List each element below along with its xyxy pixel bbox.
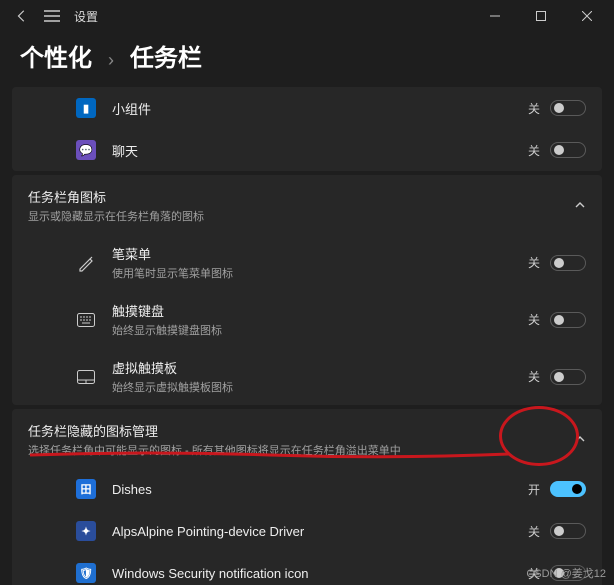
titlebar: 设置 [0, 0, 614, 32]
toggle-state: 关 [528, 523, 540, 540]
menu-button[interactable] [44, 8, 60, 24]
corner-icons-group: 任务栏角图标 显示或隐藏显示在任务栏角落的图标 笔菜单 使用笔时显示笔菜单图标 … [12, 175, 602, 405]
row-pen-menu[interactable]: 笔菜单 使用笔时显示笔菜单图标 关 [64, 234, 602, 291]
chat-icon: 💬 [76, 140, 96, 160]
touchpad-icon [76, 367, 96, 387]
toggle-dishes[interactable] [550, 481, 586, 497]
toggle-state: 关 [528, 142, 540, 159]
minimize-button[interactable] [472, 0, 518, 32]
close-button[interactable] [564, 0, 610, 32]
toggle-touchpad[interactable] [550, 369, 586, 385]
row-touch-keyboard[interactable]: 触摸键盘 始终显示触摸键盘图标 关 [64, 291, 602, 348]
row-label: 笔菜单 [112, 244, 528, 263]
app-icon: ✦ [76, 521, 96, 541]
toggle-state: 开 [528, 481, 540, 498]
row-label: 聊天 [112, 141, 528, 160]
row-label: 触摸键盘 [112, 301, 528, 320]
section-title: 任务栏角图标 [28, 187, 586, 206]
row-app-winsec[interactable]: 🛡 Windows Security notification icon 关 [64, 552, 602, 585]
chevron-up-icon [574, 433, 586, 445]
overflow-icons-group: 任务栏隐藏的图标管理 选择任务栏角中可能显示的图标 - 所有其他图标将显示在任务… [12, 409, 602, 585]
chevron-right-icon: › [108, 50, 114, 71]
breadcrumb: 个性化 › 任务栏 [0, 32, 614, 87]
row-label: Dishes [112, 482, 528, 497]
row-desc: 始终显示触摸键盘图标 [112, 322, 528, 338]
toggle-pen[interactable] [550, 255, 586, 271]
row-desc: 使用笔时显示笔菜单图标 [112, 265, 528, 281]
maximize-button[interactable] [518, 0, 564, 32]
row-label: 虚拟触摸板 [112, 358, 528, 377]
app-icon: 田 [76, 479, 96, 499]
row-widgets[interactable]: ▮ 小组件 关 [64, 87, 602, 129]
toggle-widgets[interactable] [550, 100, 586, 116]
row-app-dishes[interactable]: 田 Dishes 开 [64, 468, 602, 510]
toggle-alps[interactable] [550, 523, 586, 539]
row-label: AlpsAlpine Pointing-device Driver [112, 524, 528, 539]
breadcrumb-root[interactable]: 个性化 [20, 38, 92, 73]
app-icon: 🛡 [76, 563, 96, 583]
row-virtual-touchpad[interactable]: 虚拟触摸板 始终显示虚拟触摸板图标 关 [64, 348, 602, 405]
section-desc: 选择任务栏角中可能显示的图标 - 所有其他图标将显示在任务栏角溢出菜单中 [28, 442, 586, 458]
breadcrumb-current: 任务栏 [130, 38, 202, 73]
chevron-up-icon [574, 199, 586, 211]
row-label: Windows Security notification icon [112, 566, 528, 581]
taskbar-items-group: ▮ 小组件 关 💬 聊天 关 [12, 87, 602, 171]
row-app-alps[interactable]: ✦ AlpsAlpine Pointing-device Driver 关 [64, 510, 602, 552]
toggle-chat[interactable] [550, 142, 586, 158]
window-controls [472, 0, 610, 32]
toggle-state: 关 [528, 254, 540, 271]
toggle-touchkb[interactable] [550, 312, 586, 328]
toggle-state: 关 [528, 368, 540, 385]
watermark: CSDN @姜戈12 [526, 565, 606, 581]
section-title: 任务栏隐藏的图标管理 [28, 421, 586, 440]
section-corner-icons[interactable]: 任务栏角图标 显示或隐藏显示在任务栏角落的图标 [12, 175, 602, 234]
widgets-icon: ▮ [76, 98, 96, 118]
keyboard-icon [76, 310, 96, 330]
toggle-state: 关 [528, 311, 540, 328]
row-chat[interactable]: 💬 聊天 关 [64, 129, 602, 171]
section-overflow-icons[interactable]: 任务栏隐藏的图标管理 选择任务栏角中可能显示的图标 - 所有其他图标将显示在任务… [12, 409, 602, 468]
section-desc: 显示或隐藏显示在任务栏角落的图标 [28, 208, 586, 224]
row-label: 小组件 [112, 99, 528, 118]
toggle-state: 关 [528, 100, 540, 117]
app-name: 设置 [74, 8, 98, 25]
back-button[interactable] [14, 8, 30, 24]
row-desc: 始终显示虚拟触摸板图标 [112, 379, 528, 395]
pen-icon [76, 253, 96, 273]
